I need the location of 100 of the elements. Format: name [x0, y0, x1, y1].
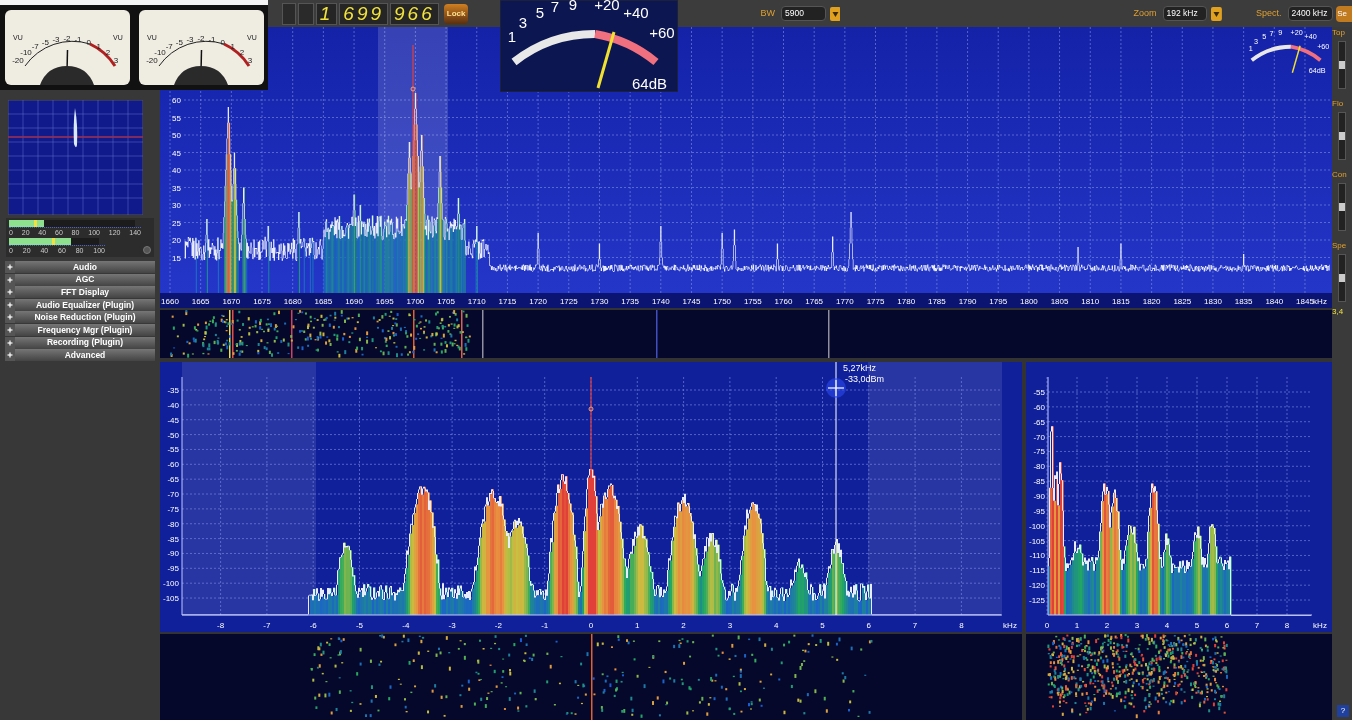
- scale-label: 1: [96, 42, 101, 52]
- axis-label: -6: [309, 621, 317, 630]
- axis-label: 1770: [835, 297, 854, 306]
- axis-label: -8: [217, 621, 225, 630]
- scale-label: 1: [230, 42, 235, 52]
- plus-icon[interactable]: [5, 336, 15, 349]
- frequency-digits[interactable]: 966: [390, 2, 439, 25]
- control-label: Con: [1332, 170, 1347, 180]
- axis-label: -80: [167, 519, 179, 529]
- axis-label: 60: [172, 96, 181, 105]
- axis-label: 30: [172, 201, 181, 210]
- plus-icon[interactable]: [5, 323, 15, 336]
- axis-label: 1665: [191, 297, 210, 306]
- axis-label: 1835: [1234, 297, 1253, 306]
- slider-track[interactable]: [1338, 41, 1346, 89]
- axis-label: -65: [167, 475, 179, 485]
- axis-label: 40: [172, 166, 181, 175]
- scale-label: -20: [145, 55, 158, 65]
- panel-header[interactable]: FFT Display: [15, 286, 155, 299]
- axis-label: 0: [588, 621, 594, 630]
- plus-icon[interactable]: [5, 311, 15, 324]
- plus-icon[interactable]: [5, 349, 15, 362]
- axis-label: -100: [1029, 521, 1045, 531]
- axis-label: 1710: [467, 297, 486, 306]
- axis-label: 1700: [406, 297, 425, 306]
- panel-header[interactable]: Noise Reduction (Plugin): [15, 311, 155, 324]
- axis-label: 0: [1044, 621, 1050, 630]
- axis-label: -1: [541, 621, 549, 630]
- lock-button[interactable]: Lock: [443, 3, 469, 24]
- axis-label: -7: [263, 621, 271, 630]
- panel-header[interactable]: Audio: [15, 261, 155, 274]
- axis-label: 5: [1194, 621, 1200, 630]
- scale-label: 5: [535, 4, 545, 21]
- slider-track[interactable]: [1338, 183, 1346, 231]
- panel-header[interactable]: Audio Equalizer (Plugin): [15, 298, 155, 311]
- frequency-digits[interactable]: 699: [339, 2, 388, 25]
- dropdown-icon[interactable]: [1211, 6, 1222, 21]
- scale-label: -3: [185, 34, 194, 44]
- axis-label: -85: [167, 534, 179, 544]
- axis-label: 1830: [1204, 297, 1222, 306]
- axis-label: -110: [1029, 551, 1045, 561]
- dropdown-icon[interactable]: [829, 6, 841, 21]
- square-button[interactable]: [143, 246, 151, 254]
- axis-label: 1735: [621, 297, 639, 306]
- set-button[interactable]: Se: [1336, 5, 1352, 22]
- dropdown-field[interactable]: 192 kHz: [1162, 6, 1208, 21]
- field-label: BW: [760, 6, 775, 20]
- plus-icon[interactable]: [5, 273, 15, 286]
- slider-handle[interactable]: [1339, 274, 1345, 282]
- axis-label: 1740: [651, 297, 670, 306]
- panel-header[interactable]: Frequency Mgr (Plugin): [15, 323, 155, 337]
- axis-label: 15: [172, 253, 181, 263]
- slider-handle[interactable]: [1339, 203, 1345, 211]
- axis-label: -45: [167, 415, 179, 425]
- plus-icon[interactable]: [5, 286, 15, 299]
- axis-label: -90: [1033, 492, 1045, 501]
- panel-header[interactable]: AGC: [15, 273, 155, 286]
- scale-label: 2: [239, 48, 244, 58]
- axis-label: 1815: [1112, 297, 1130, 306]
- axis-label: -3: [448, 621, 456, 630]
- axis-label: 8: [959, 621, 964, 630]
- axis-label: 3: [1134, 621, 1140, 630]
- axis-label: -65: [1033, 417, 1045, 427]
- axis-label: 4: [773, 621, 779, 630]
- axis-label: 7: [912, 621, 918, 630]
- axis-label: 1800: [1020, 297, 1038, 306]
- axis-label: 1825: [1173, 297, 1192, 306]
- plus-icon[interactable]: [5, 298, 15, 311]
- panel-header[interactable]: Recording (Plugin): [15, 336, 155, 349]
- scale-label: -3: [51, 34, 60, 44]
- scale-label: 0: [86, 37, 91, 47]
- frequency-digits[interactable]: 1: [315, 2, 338, 25]
- axis-label: 1685: [314, 297, 333, 306]
- scale-label: 3: [113, 55, 118, 65]
- scale-label: 0: [220, 37, 225, 47]
- axis-label: -60: [167, 460, 179, 470]
- axis-label: 1725: [559, 297, 578, 306]
- slider-track[interactable]: [1338, 254, 1346, 302]
- axis-label: -70: [167, 490, 179, 499]
- digit-slot: [297, 2, 314, 25]
- axis-label: 8: [1284, 621, 1290, 630]
- scale-label: -5: [41, 37, 49, 47]
- scale-label: -2: [196, 34, 205, 43]
- slider-handle[interactable]: [1339, 132, 1345, 140]
- axis-label: 1805: [1050, 297, 1069, 306]
- scale-label: -20: [11, 55, 24, 65]
- plus-icon[interactable]: [5, 261, 15, 273]
- help-button[interactable]: ?: [1337, 705, 1349, 717]
- axis-label: 1765: [805, 297, 824, 306]
- axis-label: 1: [1074, 621, 1080, 630]
- panel-header[interactable]: Advanced: [15, 349, 155, 362]
- dropdown-field[interactable]: 2400 kHz: [1287, 6, 1334, 21]
- axis-label: 1750: [713, 297, 732, 306]
- axis-label: 1745: [682, 297, 701, 306]
- slider-handle[interactable]: [1339, 61, 1345, 69]
- control-label: Flo: [1332, 99, 1344, 109]
- peak-marker: [33, 220, 37, 227]
- dropdown-field[interactable]: 5900: [780, 6, 826, 21]
- slider-track[interactable]: [1338, 112, 1346, 160]
- scale-label: 7: [550, 0, 560, 15]
